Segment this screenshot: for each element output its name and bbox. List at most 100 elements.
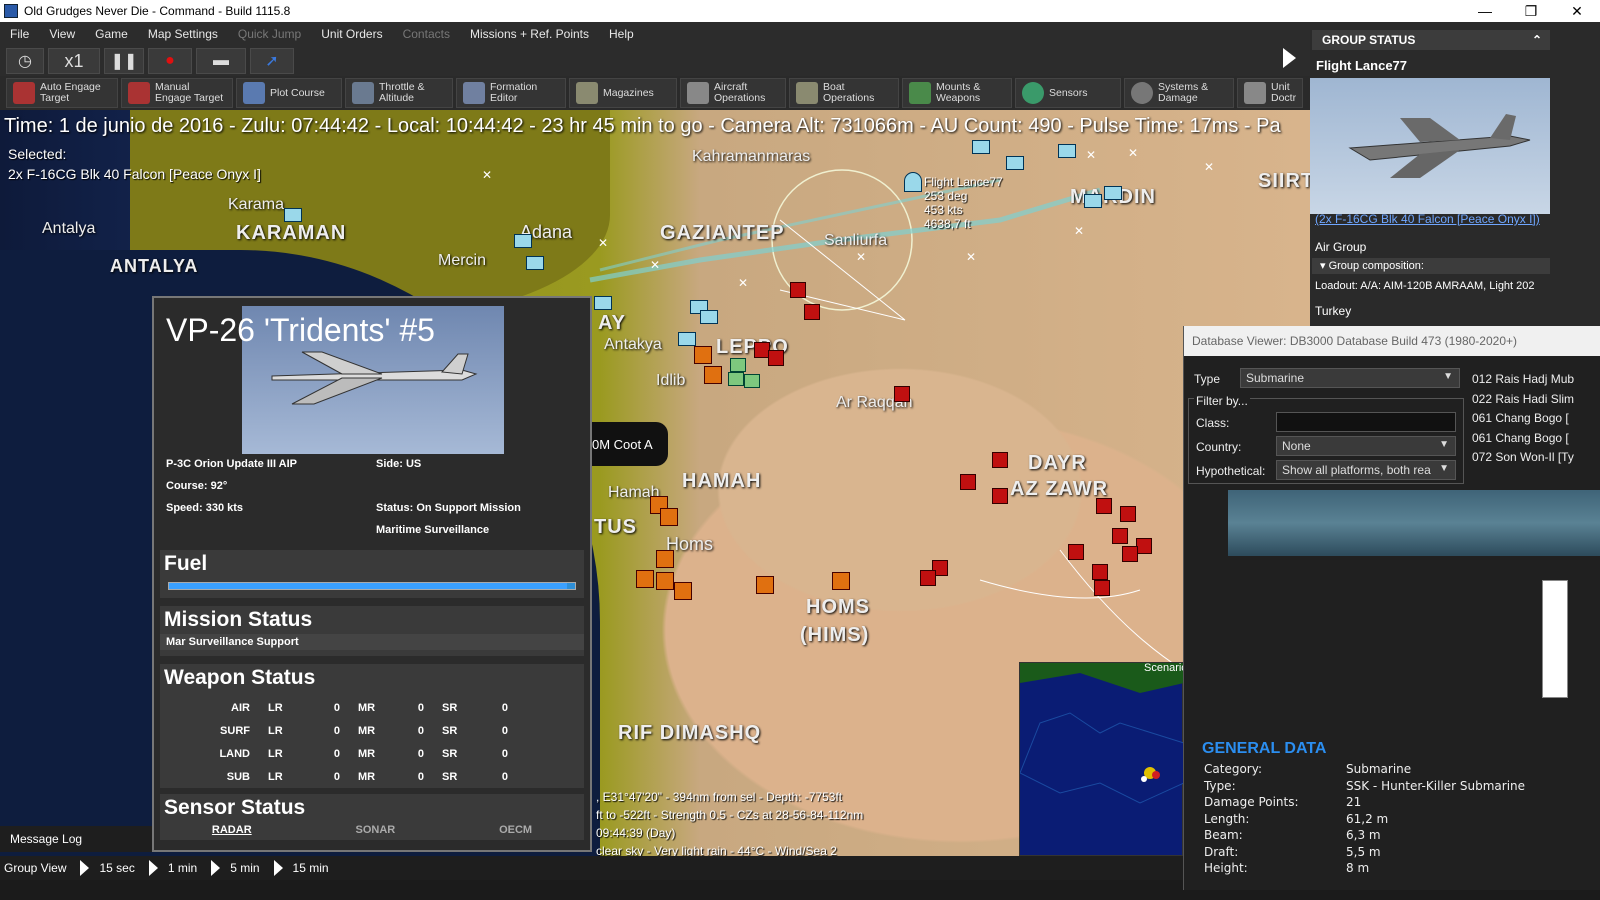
hostile-unit-icon[interactable] xyxy=(1068,544,1084,560)
airbase-unit-icon[interactable] xyxy=(1006,156,1024,170)
facility-unit-icon[interactable] xyxy=(656,550,674,568)
contact-marker-icon[interactable]: ✕ xyxy=(482,168,492,182)
airbase-unit-icon[interactable] xyxy=(1104,186,1122,200)
hostile-unit-icon[interactable] xyxy=(1136,538,1152,554)
contact-marker-icon[interactable]: ✕ xyxy=(598,236,608,250)
airbase-unit-icon[interactable] xyxy=(678,332,696,346)
play-icon[interactable] xyxy=(80,860,90,876)
platform-list-item[interactable]: 022 Rais Hadi Slim xyxy=(1472,390,1574,410)
facility-unit-icon[interactable] xyxy=(832,572,850,590)
hostile-unit-icon[interactable] xyxy=(920,570,936,586)
airbase-unit-icon[interactable] xyxy=(526,256,544,270)
systems-damage-button[interactable]: Systems & Damage xyxy=(1124,78,1234,108)
throttle-altitude-button[interactable]: Throttle & Altitude xyxy=(345,78,453,108)
contact-marker-icon[interactable]: ✕ xyxy=(856,250,866,264)
time-15sec[interactable]: 15 sec xyxy=(99,861,134,875)
facility-unit-icon[interactable] xyxy=(660,508,678,526)
scenario-minimap[interactable] xyxy=(1019,662,1185,856)
pause-button[interactable]: ❚❚ xyxy=(104,48,144,74)
ground-unit-icon[interactable] xyxy=(744,374,760,388)
hypothetical-select[interactable]: Show all platforms, both rea ▼ xyxy=(1276,460,1456,480)
formation-editor-button[interactable]: Formation Editor xyxy=(456,78,566,108)
close-button[interactable]: ✕ xyxy=(1554,0,1600,22)
airbase-unit-icon[interactable] xyxy=(972,140,990,154)
sensors-button[interactable]: Sensors xyxy=(1015,78,1121,108)
sensor-oecm[interactable]: OECM xyxy=(499,824,532,836)
platform-list-item[interactable]: 061 Chang Bogo [ xyxy=(1472,429,1574,449)
facility-unit-icon[interactable] xyxy=(636,570,654,588)
record-button[interactable]: ● xyxy=(148,48,192,74)
hostile-unit-icon[interactable] xyxy=(790,282,806,298)
contact-marker-icon[interactable]: ✕ xyxy=(1204,160,1214,174)
airbase-unit-icon[interactable] xyxy=(700,310,718,324)
hostile-unit-icon[interactable] xyxy=(1096,498,1112,514)
menu-game[interactable]: Game xyxy=(85,27,138,41)
time-5min[interactable]: 5 min xyxy=(230,861,259,875)
aircraft-unit-icon[interactable] xyxy=(904,172,922,192)
airbase-unit-icon[interactable] xyxy=(1084,194,1102,208)
hostile-unit-icon[interactable] xyxy=(1120,506,1136,522)
menu-view[interactable]: View xyxy=(39,27,85,41)
menu-file[interactable]: File xyxy=(0,27,39,41)
hostile-unit-icon[interactable] xyxy=(992,488,1008,504)
airbase-unit-icon[interactable] xyxy=(284,208,302,222)
hostile-unit-icon[interactable] xyxy=(1092,564,1108,580)
play-icon[interactable] xyxy=(273,860,283,876)
flight-lance77-label[interactable]: Flight Lance77 253 deg 453 kts 4638,7 ft xyxy=(924,175,1003,231)
class-input[interactable] xyxy=(1276,412,1456,432)
hostile-unit-icon[interactable] xyxy=(804,304,820,320)
hostile-unit-icon[interactable] xyxy=(894,386,910,402)
facility-unit-icon[interactable] xyxy=(674,582,692,600)
hostile-unit-icon[interactable] xyxy=(992,452,1008,468)
mounts-weapons-button[interactable]: Mounts & Weapons xyxy=(902,78,1012,108)
hostile-unit-icon[interactable] xyxy=(1112,528,1128,544)
menu-contacts[interactable]: Contacts xyxy=(393,27,460,41)
facility-unit-icon[interactable] xyxy=(704,366,722,384)
menu-unit-orders[interactable]: Unit Orders xyxy=(311,27,392,41)
type-select[interactable]: Submarine ▼ xyxy=(1240,368,1460,388)
airbase-unit-icon[interactable] xyxy=(594,296,612,310)
group-unit-link[interactable]: (2x F-16CG Blk 40 Falcon [Peace Onyx I]) xyxy=(1315,212,1551,226)
play-icon[interactable] xyxy=(1283,48,1296,68)
contact-marker-icon[interactable]: ✕ xyxy=(966,250,976,264)
group-view-button[interactable]: Group View xyxy=(4,861,66,875)
time-compression-button[interactable]: x1 xyxy=(48,48,100,74)
ground-unit-icon[interactable] xyxy=(728,372,744,386)
platform-list-item[interactable]: 061 Chang Bogo [ xyxy=(1472,409,1574,429)
group-status-header[interactable]: GROUP STATUS ⌃ xyxy=(1312,30,1550,50)
restore-button[interactable]: ❐ xyxy=(1508,0,1554,22)
ground-unit-icon[interactable] xyxy=(730,358,746,372)
country-select[interactable]: None ▼ xyxy=(1276,436,1456,456)
menu-help[interactable]: Help xyxy=(599,27,644,41)
contact-marker-icon[interactable]: ✕ xyxy=(1128,146,1138,160)
plot-course-button[interactable]: Plot Course xyxy=(236,78,342,108)
play-icon[interactable] xyxy=(148,860,158,876)
airbase-unit-icon[interactable] xyxy=(1058,144,1076,158)
manual-engage-button[interactable]: Manual Engage Target xyxy=(121,78,233,108)
magazines-button[interactable]: Magazines xyxy=(569,78,677,108)
auto-engage-button[interactable]: Auto Engage Target xyxy=(6,78,118,108)
group-composition-toggle[interactable]: ▾ Group composition: xyxy=(1312,258,1550,274)
unit-doctrine-button[interactable]: Unit Doctr xyxy=(1237,78,1303,108)
jump-icon[interactable]: ➚ xyxy=(250,48,294,74)
contact-marker-icon[interactable]: ✕ xyxy=(738,276,748,290)
menu-missions[interactable]: Missions + Ref. Points xyxy=(460,27,599,41)
hostile-unit-icon[interactable] xyxy=(1094,580,1110,596)
aircraft-operations-button[interactable]: Aircraft Operations xyxy=(680,78,786,108)
minimize-button[interactable]: — xyxy=(1462,0,1508,22)
platform-list-item[interactable]: 072 Son Won-Il [Ty xyxy=(1472,448,1574,468)
facility-unit-icon[interactable] xyxy=(756,576,774,594)
step-button[interactable]: ▬ xyxy=(196,48,246,74)
facility-unit-icon[interactable] xyxy=(694,346,712,364)
sensor-radar[interactable]: RADAR xyxy=(212,824,252,836)
hostile-unit-icon[interactable] xyxy=(960,474,976,490)
hostile-unit-icon[interactable] xyxy=(768,350,784,366)
clock-icon[interactable]: ◷ xyxy=(6,48,44,74)
time-1min[interactable]: 1 min xyxy=(168,861,197,875)
contact-marker-icon[interactable]: ✕ xyxy=(650,258,660,272)
menu-map-settings[interactable]: Map Settings xyxy=(138,27,228,41)
sensor-sonar[interactable]: SONAR xyxy=(356,824,396,836)
contact-marker-icon[interactable]: ✕ xyxy=(1074,224,1084,238)
hostile-unit-icon[interactable] xyxy=(1122,546,1138,562)
time-15min[interactable]: 15 min xyxy=(293,861,329,875)
